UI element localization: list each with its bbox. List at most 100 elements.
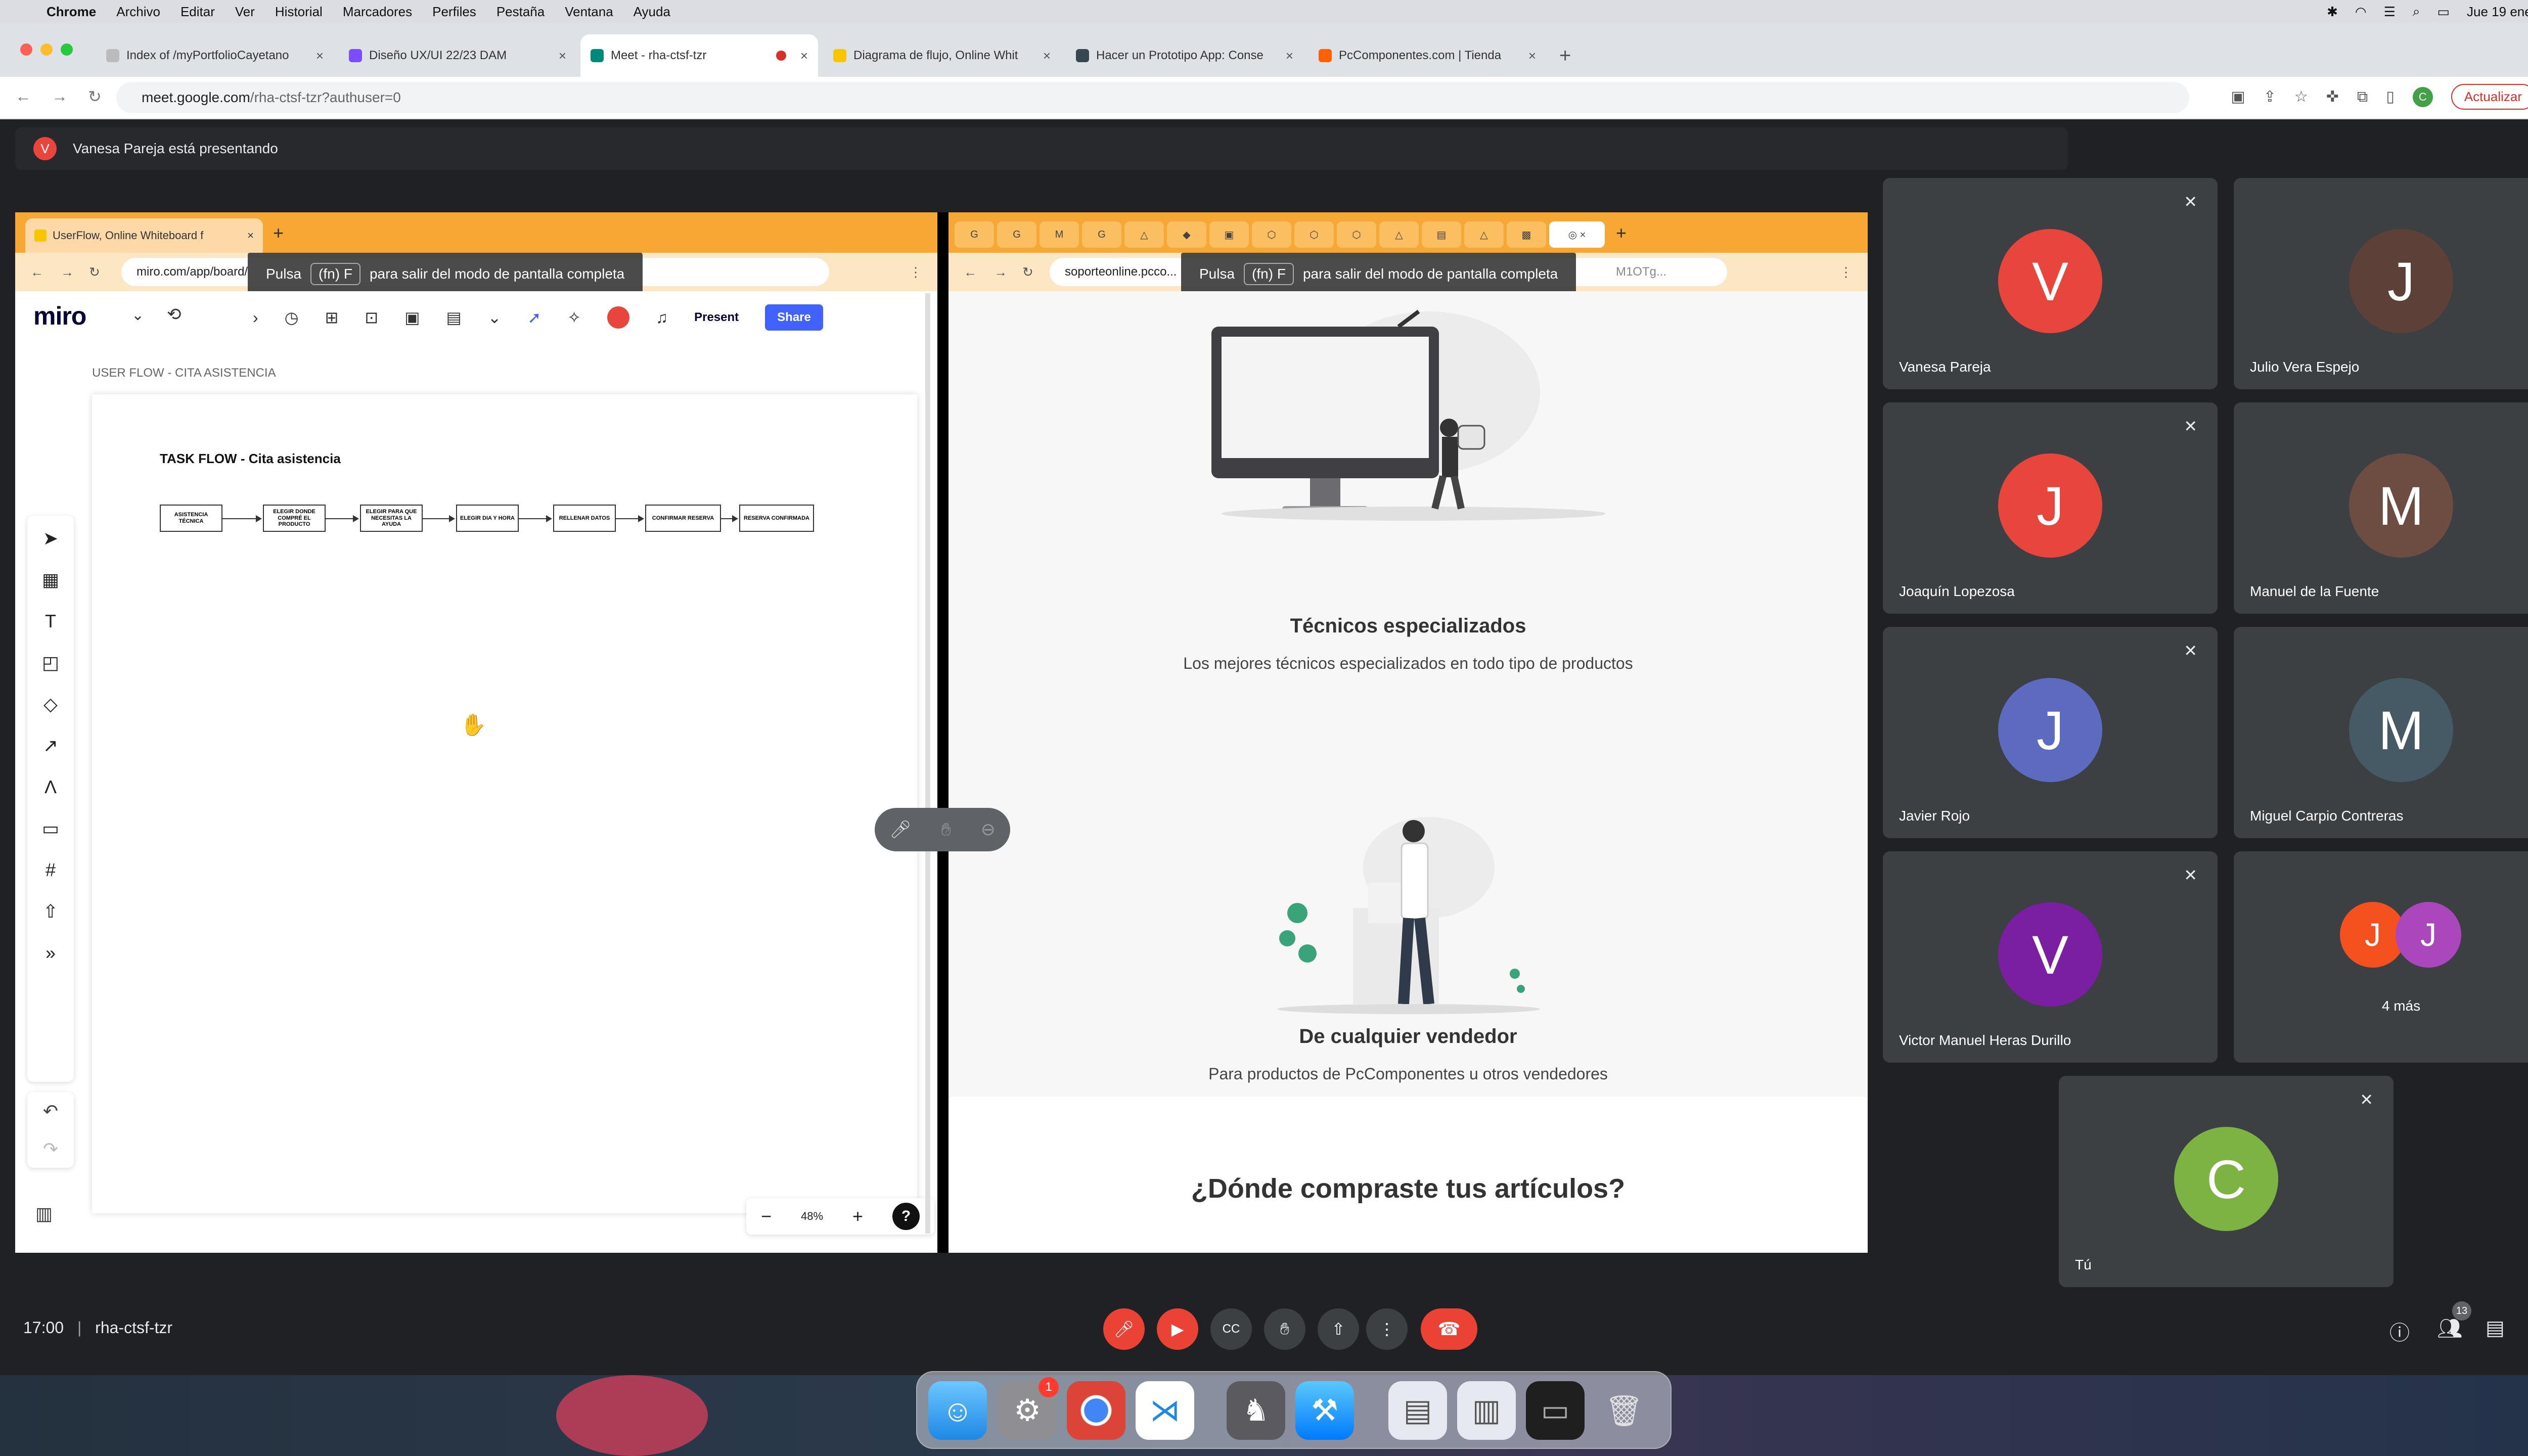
menu-ventana[interactable]: Ventana	[565, 4, 613, 20]
scrollbar	[925, 293, 930, 1234]
sidebar-icon[interactable]: ▯	[2386, 88, 2395, 106]
menu-archivo[interactable]: Archivo	[116, 4, 160, 20]
tab-title: Meet - rha-ctsf-tzr	[611, 49, 707, 62]
miro-toolbar: › ◷ ⊞ ⊡ ▣ ▤ ⌄ ➚ ✧ ♫ Present Share	[238, 299, 931, 336]
browser-tab[interactable]: Hacer un Prototipo App: Conse ×	[1066, 34, 1303, 77]
profile-avatar[interactable]: C	[2412, 86, 2433, 107]
spotlight-icon[interactable]: ⌕	[2413, 4, 2420, 20]
presenter-avatar: V	[33, 137, 57, 160]
fullscreen-toast: Pulsa (fn) F para salir del modo de pant…	[1181, 253, 1576, 295]
bookmark-star-icon[interactable]: ☆	[2294, 88, 2308, 106]
browser-tab[interactable]: Diagrama de flujo, Online Whit ×	[823, 34, 1061, 77]
trash-icon[interactable]: 🗑︎	[1595, 1381, 1653, 1440]
xcode-icon[interactable]: ⚒	[1295, 1381, 1354, 1440]
browser-tab[interactable]: Diseño UX/UI 22/23 DAM ×	[339, 34, 576, 77]
menu-ver[interactable]: Ver	[235, 4, 255, 20]
menubar-datetime[interactable]: Jue 19 ene 17:00	[2467, 4, 2528, 20]
documents-stack-icon[interactable]: ▥	[1457, 1381, 1516, 1440]
back-icon[interactable]: ←	[15, 87, 31, 106]
tableplus-icon[interactable]: ♞	[1227, 1381, 1285, 1440]
close-tab-icon[interactable]: ×	[1286, 48, 1293, 64]
select-icon: ➤	[42, 528, 59, 549]
finder-icon[interactable]: ☺	[928, 1381, 987, 1440]
participant-tile[interactable]: ✕ J Julio Vera Espejo	[2234, 178, 2528, 389]
participant-tile[interactable]: ✕ J Joaquín Lopezosa	[1883, 402, 2218, 614]
browser-tab-active[interactable]: Meet - rha-ctsf-tzr ×	[580, 34, 818, 77]
puzzle-icon[interactable]: ⧉	[2357, 88, 2368, 106]
self-tile[interactable]: ✕ C Tú	[2059, 1076, 2394, 1287]
minimize-window-button[interactable]	[40, 43, 53, 56]
control-center-icon[interactable]: ☰	[2384, 4, 2396, 20]
camera-toggle-button[interactable]: ▶︎	[1157, 1308, 1198, 1350]
meeting-info: 17:00 | rha-ctsf-tzr	[23, 1318, 172, 1337]
bluetooth-icon[interactable]: ✱	[2327, 4, 2338, 20]
fullscreen-window-button[interactable]	[61, 43, 73, 56]
participant-avatar: V	[1998, 902, 2102, 1007]
miro-topbar: miro ⌄ ⟲ › ◷ ⊞ ⊡ ▣ ▤ ⌄ ➚ ✧ ♫ Present Sha…	[15, 291, 937, 342]
menu-marcadores[interactable]: Marcadores	[343, 4, 412, 20]
menu-app-name[interactable]: Chrome	[47, 4, 96, 20]
participant-tile[interactable]: ✕ V Victor Manuel Heras Durillo	[1883, 851, 2218, 1063]
participant-avatar: J	[1998, 678, 2102, 782]
help-icon: ?	[892, 1203, 920, 1230]
address-bar[interactable]: meet.google.com/rha-ctsf-tzr?authuser=0	[116, 82, 2189, 113]
close-tab-icon[interactable]: ×	[1043, 48, 1051, 64]
participant-tile[interactable]: ✕ V Vanesa Pareja	[1883, 178, 2218, 389]
share-page-icon[interactable]: ⇪	[2264, 88, 2276, 106]
browser-tab[interactable]: PcComponentes.com | Tienda ×	[1308, 34, 1546, 77]
leave-call-button[interactable]: ☎︎	[1421, 1308, 1477, 1350]
flow-arrow	[616, 515, 644, 522]
phone-hangup-icon: ☎︎	[1437, 1318, 1461, 1339]
chat-icon[interactable]: ▤	[2486, 1316, 2505, 1340]
vscode-icon[interactable]: ⋊	[1136, 1381, 1194, 1440]
zoom-level: 48%	[800, 1210, 824, 1222]
pc-window-tabs: G G M G △ ◆ ▣ ⬡ ⬡ ⬡ △ ▤ △ ▩ ◎ × +	[949, 212, 1868, 253]
minimize-icon[interactable]: ⊖	[981, 820, 996, 840]
menu-historial[interactable]: Historial	[275, 4, 323, 20]
wifi-icon[interactable]: ◠	[2355, 4, 2367, 20]
present-button: Present	[694, 310, 739, 324]
participant-avatar: V	[1998, 229, 2102, 333]
more-participants-tile[interactable]: J J 4 más	[2234, 851, 2528, 1063]
reload-icon[interactable]: ↻	[88, 87, 102, 106]
pinned-tab: △	[1379, 221, 1419, 248]
menu-pestana[interactable]: Pestaña	[496, 4, 545, 20]
terminal-window-icon[interactable]: ▭	[1526, 1381, 1585, 1440]
participant-tile[interactable]: ✕ M Manuel de la Fuente	[2234, 402, 2528, 614]
downloads-stack-icon[interactable]: ▤	[1388, 1381, 1447, 1440]
close-tab-icon[interactable]: ×	[1528, 48, 1536, 64]
sticky-note-icon: ◰	[41, 652, 59, 673]
raise-hand-button[interactable]: ✋︎	[1264, 1308, 1305, 1350]
more-options-button[interactable]: ⋮	[1366, 1308, 1408, 1350]
extension-icon[interactable]: ✜	[2326, 88, 2339, 106]
present-screen-button[interactable]: ⇧	[1318, 1308, 1359, 1350]
close-tab-icon[interactable]: ×	[316, 48, 324, 64]
update-button[interactable]: Actualizar	[2451, 84, 2528, 110]
miro-icon	[833, 49, 846, 62]
menu-ayuda[interactable]: Ayuda	[634, 4, 670, 20]
capture-icon: ⊡	[365, 308, 379, 327]
close-tab-icon[interactable]: ×	[559, 48, 566, 64]
notification-center-icon[interactable]: ▭	[2437, 4, 2450, 20]
more-tools-icon: »	[45, 942, 56, 963]
new-tab-icon[interactable]: +	[1559, 44, 1571, 67]
close-tab-icon[interactable]: ×	[800, 48, 808, 64]
hand-icon[interactable]: ✋︎	[941, 820, 951, 840]
menu-editar[interactable]: Editar	[180, 4, 215, 20]
participant-tile[interactable]: ✕ J Javier Rojo	[1883, 627, 2218, 838]
mic-toggle-button[interactable]: 🎤︎	[1103, 1308, 1145, 1350]
close-window-button[interactable]	[20, 43, 32, 56]
camera-icon[interactable]: ▣	[2231, 88, 2245, 106]
participant-tile[interactable]: ✕ M Miguel Carpio Contreras	[2234, 627, 2528, 838]
chrome-icon[interactable]	[1067, 1381, 1125, 1440]
flow-arrow	[222, 515, 262, 522]
forward-icon[interactable]: →	[52, 87, 68, 106]
menu-perfiles[interactable]: Perfiles	[432, 4, 476, 20]
upload-icon: ⇧	[42, 901, 59, 922]
meeting-details-icon[interactable]: ⓘ	[2389, 1316, 2410, 1346]
captions-button[interactable]: CC	[1210, 1308, 1252, 1350]
connector-icon: ↗	[42, 735, 59, 756]
mic-off-icon[interactable]: 🎤︎	[889, 820, 911, 840]
share-button: Share	[765, 304, 823, 331]
browser-tab[interactable]: Index of /myPortfolioCayetano ×	[96, 34, 334, 77]
